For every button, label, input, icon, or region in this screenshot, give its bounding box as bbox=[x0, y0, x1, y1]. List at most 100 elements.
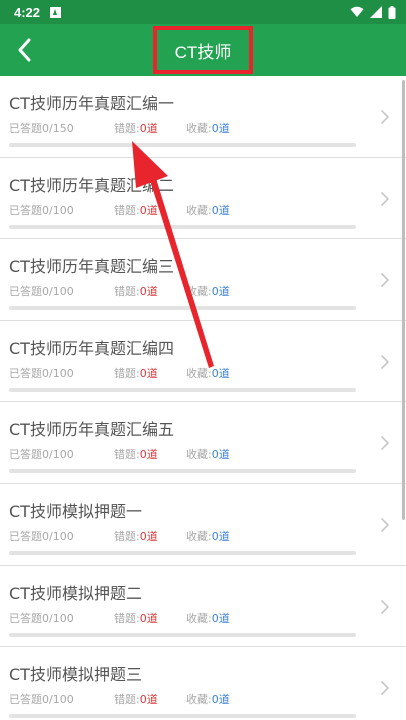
wrong-value: 0道 bbox=[139, 285, 158, 299]
title-highlight-box: CT技师 bbox=[153, 26, 253, 74]
answered-stat: 已答题0/100 bbox=[9, 528, 74, 544]
favorites-stat: 收藏:0道 bbox=[186, 528, 230, 544]
favorites-stat: 收藏:0道 bbox=[186, 283, 230, 299]
progress-bar bbox=[9, 469, 356, 474]
answered-value: 0/100 bbox=[42, 285, 74, 299]
favorites-value: 0道 bbox=[211, 611, 230, 625]
favorites-label: 收藏: bbox=[186, 611, 212, 625]
wrong-value: 0道 bbox=[139, 203, 158, 217]
favorites-stat: 收藏:0道 bbox=[186, 120, 230, 136]
wifi-icon bbox=[350, 6, 364, 17]
answered-stat: 已答题0/100 bbox=[9, 691, 74, 707]
wrong-value: 0道 bbox=[139, 122, 158, 135]
favorites-label: 收藏: bbox=[186, 203, 212, 217]
favorites-label: 收藏: bbox=[186, 366, 212, 380]
progress-bar bbox=[9, 387, 356, 392]
exam-title: CT技师历年真题汇编二 bbox=[9, 175, 174, 195]
exam-list-item[interactable]: CT技师历年真题汇编五 已答题0/100 错题:0道 收藏:0道 bbox=[0, 402, 406, 484]
wrong-value: 0道 bbox=[139, 448, 158, 462]
answered-value: 0/100 bbox=[42, 366, 74, 380]
wrong-value: 0道 bbox=[139, 693, 158, 707]
exam-list-item[interactable]: CT技师模拟押题二 已答题0/100 错题:0道 收藏:0道 bbox=[0, 565, 406, 648]
answered-value: 0/100 bbox=[42, 529, 74, 543]
exam-title: CT技师模拟押题二 bbox=[9, 583, 142, 603]
favorites-value: 0道 bbox=[211, 285, 230, 299]
exam-list-item[interactable]: CT技师历年真题汇编三 已答题0/100 错题:0道 收藏:0道 bbox=[0, 239, 406, 321]
favorites-value: 0道 bbox=[211, 529, 230, 543]
answered-stat: 已答题0/100 bbox=[9, 610, 74, 626]
answered-stat: 已答题0/100 bbox=[9, 365, 74, 381]
wrong-value: 0道 bbox=[139, 611, 158, 625]
wrong-label: 错题: bbox=[114, 366, 140, 380]
wrong-label: 错题: bbox=[114, 611, 140, 625]
chevron-right-icon bbox=[381, 681, 389, 695]
exam-list-item[interactable]: CT技师历年真题汇编四 已答题0/100 错题:0道 收藏:0道 bbox=[0, 320, 406, 403]
progress-bar bbox=[9, 224, 356, 229]
favorites-value: 0道 bbox=[211, 366, 230, 380]
favorites-stat: 收藏:0道 bbox=[186, 202, 230, 218]
answered-stat: 已答题0/100 bbox=[9, 446, 74, 462]
answered-label: 已答题 bbox=[9, 693, 42, 707]
app-header: CT技师 bbox=[0, 24, 406, 76]
wrong-stat: 错题:0道 bbox=[114, 202, 158, 218]
progress-bar bbox=[9, 143, 356, 147]
wrong-value: 0道 bbox=[139, 366, 158, 380]
favorites-value: 0道 bbox=[211, 203, 230, 217]
progress-bar bbox=[9, 550, 356, 555]
exam-list-item[interactable]: CT技师模拟押题一 已答题0/100 错题:0道 收藏:0道 bbox=[0, 483, 406, 566]
answered-value: 0/100 bbox=[42, 693, 74, 707]
chevron-right-icon bbox=[381, 436, 389, 451]
exam-title: CT技师模拟押题一 bbox=[9, 501, 142, 521]
favorites-label: 收藏: bbox=[186, 122, 212, 135]
favorites-stat: 收藏:0道 bbox=[186, 691, 230, 707]
favorites-label: 收藏: bbox=[186, 693, 212, 707]
wrong-label: 错题: bbox=[114, 448, 140, 462]
progress-bar bbox=[9, 714, 356, 719]
wrong-label: 错题: bbox=[114, 693, 140, 707]
favorites-stat: 收藏:0道 bbox=[186, 446, 230, 462]
back-button[interactable] bbox=[0, 24, 50, 76]
answered-value: 0/100 bbox=[42, 448, 74, 462]
favorites-stat: 收藏:0道 bbox=[186, 610, 230, 626]
wrong-stat: 错题:0道 bbox=[114, 120, 158, 136]
status-bar: 4:22 bbox=[0, 0, 406, 24]
wrong-stat: 错题:0道 bbox=[114, 365, 158, 381]
progress-bar bbox=[9, 632, 356, 637]
status-time: 4:22 bbox=[14, 4, 41, 20]
wrong-label: 错题: bbox=[114, 203, 140, 217]
wrong-stat: 错题:0道 bbox=[114, 528, 158, 544]
favorites-label: 收藏: bbox=[186, 285, 212, 299]
answered-value: 0/150 bbox=[42, 122, 74, 135]
chevron-right-icon bbox=[381, 273, 389, 287]
answered-label: 已答题 bbox=[9, 529, 42, 543]
exam-list-item[interactable]: CT技师历年真题汇编一 已答题0/150 错题:0道 收藏:0道 bbox=[0, 76, 406, 158]
wrong-stat: 错题:0道 bbox=[114, 446, 158, 462]
chevron-right-icon bbox=[381, 599, 389, 614]
wrong-label: 错题: bbox=[114, 529, 140, 543]
answered-stat: 已答题0/100 bbox=[9, 202, 74, 218]
signal-icon bbox=[370, 6, 382, 18]
notification-a-icon bbox=[50, 6, 62, 18]
battery-icon bbox=[388, 5, 396, 19]
exam-list-item[interactable]: CT技师模拟押题三 已答题0/100 错题:0道 收藏:0道 bbox=[0, 647, 406, 720]
exam-title: CT技师模拟押题三 bbox=[9, 665, 142, 685]
exam-list: CT技师历年真题汇编一 已答题0/150 错题:0道 收藏:0道 CT技师历年真… bbox=[0, 76, 406, 720]
exam-title: CT技师历年真题汇编三 bbox=[9, 257, 174, 277]
favorites-value: 0道 bbox=[211, 693, 230, 707]
answered-label: 已答题 bbox=[9, 366, 42, 380]
answered-label: 已答题 bbox=[9, 203, 42, 217]
chevron-right-icon bbox=[381, 191, 389, 206]
wrong-stat: 错题:0道 bbox=[114, 610, 158, 626]
exam-title: CT技师历年真题汇编四 bbox=[9, 338, 174, 358]
exam-list-item[interactable]: CT技师历年真题汇编二 已答题0/100 错题:0道 收藏:0道 bbox=[0, 157, 406, 240]
chevron-right-icon bbox=[381, 354, 389, 369]
wrong-label: 错题: bbox=[114, 122, 140, 135]
favorites-value: 0道 bbox=[211, 448, 230, 462]
wrong-stat: 错题:0道 bbox=[114, 691, 158, 707]
scrollbar[interactable] bbox=[402, 80, 405, 520]
answered-value: 0/100 bbox=[42, 611, 74, 625]
chevron-right-icon bbox=[381, 518, 389, 532]
favorites-label: 收藏: bbox=[186, 529, 212, 543]
wrong-stat: 错题:0道 bbox=[114, 283, 158, 299]
favorites-label: 收藏: bbox=[186, 448, 212, 462]
